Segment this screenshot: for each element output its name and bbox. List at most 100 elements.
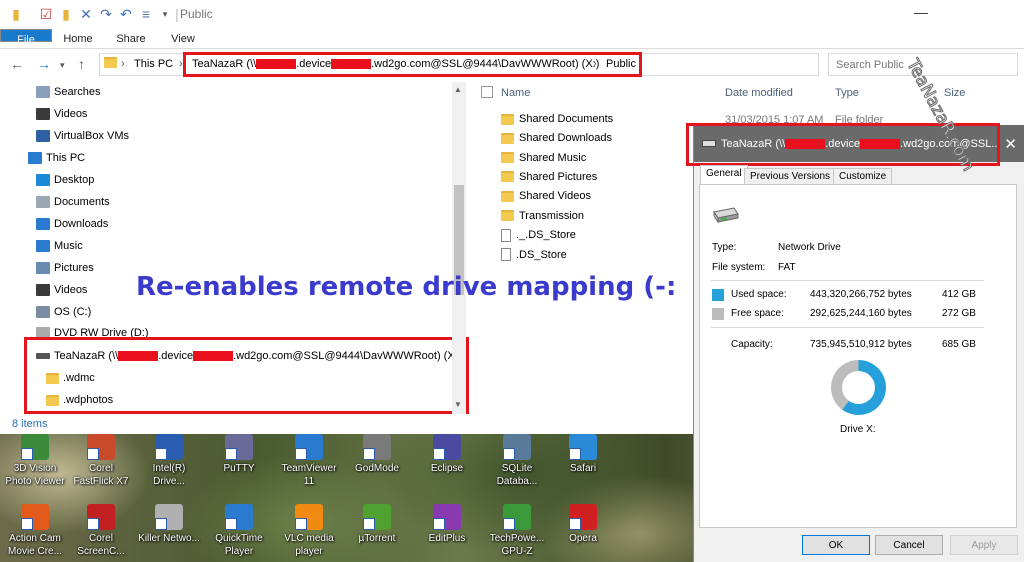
nav-item[interactable]: VirtualBox VMs xyxy=(36,130,129,142)
desktop-shortcut-label: Opera xyxy=(569,533,597,544)
breadcrumb-separator-icon[interactable]: › xyxy=(121,58,125,70)
file-row[interactable]: Shared Documents xyxy=(501,113,613,125)
tab-previous-versions[interactable]: Previous Versions xyxy=(744,168,837,184)
file-row[interactable]: .DS_Store xyxy=(501,248,567,262)
tab-file[interactable]: File xyxy=(0,29,52,46)
nav-item[interactable]: Videos xyxy=(36,284,87,296)
desktop-shortcut[interactable]: Eclipse xyxy=(414,434,480,475)
file-row[interactable]: Shared Downloads xyxy=(501,132,612,144)
rename-icon[interactable]: ≡ xyxy=(138,6,154,22)
ok-button[interactable]: OK xyxy=(802,535,870,555)
desktop-shortcut[interactable]: Opera xyxy=(550,504,616,545)
nav-item[interactable]: Documents xyxy=(36,196,110,208)
nav-network-drive[interactable]: TeaNazaR (\\ .device .wd2go.com@SSL@9444\D… xyxy=(36,350,461,362)
breadcrumb-network-drive[interactable]: TeaNazaR (\\ .device .wd2go.com@SSL@9444\D… xyxy=(192,58,599,70)
column-name[interactable]: Name xyxy=(501,87,530,99)
folder-icon xyxy=(501,113,514,125)
nav-item[interactable]: Downloads xyxy=(36,218,108,230)
close-icon[interactable]: ✕ xyxy=(1004,135,1017,153)
nav-item[interactable]: DVD RW Drive (D:) xyxy=(36,327,149,339)
file-name: .DS_Store xyxy=(516,248,567,261)
file-row[interactable]: Transmission xyxy=(501,210,584,222)
cancel-button[interactable]: Cancel xyxy=(875,535,943,555)
nav-subfolder-wdphotos[interactable]: .wdphotos xyxy=(46,394,113,406)
nav-item[interactable]: OS (C:) xyxy=(36,306,91,318)
tab-general[interactable]: General xyxy=(700,165,748,185)
tab-home[interactable]: Home xyxy=(52,29,104,49)
column-size[interactable]: Size xyxy=(944,87,965,99)
nav-item[interactable]: Desktop xyxy=(36,174,94,186)
desktop-shortcut-label: GodMode xyxy=(355,463,399,474)
desktop-shortcut[interactable]: TeamViewer 11 xyxy=(276,434,342,488)
nav-item-label: Downloads xyxy=(54,218,109,230)
general-panel xyxy=(699,184,1017,528)
nav-item[interactable]: This PC xyxy=(28,152,85,164)
desktop-shortcut[interactable]: Corel FastFlick X7 xyxy=(68,434,134,488)
redaction-mark xyxy=(785,139,826,150)
drive-icon xyxy=(36,306,50,318)
network-drive-icon xyxy=(36,353,50,359)
nav-scrollbar[interactable]: ▲ ▼ xyxy=(452,82,466,414)
desktop-shortcut[interactable]: Intel(R) Drive... xyxy=(136,434,202,488)
desktop-shortcut[interactable]: Corel ScreenC... xyxy=(68,504,134,558)
breadcrumb-this-pc[interactable]: This PC xyxy=(134,58,173,70)
desktop-shortcut[interactable]: TechPowe... GPU-Z xyxy=(484,504,550,558)
desktop-shortcut[interactable]: VLC media player xyxy=(276,504,342,558)
back-arrow-icon[interactable]: ← xyxy=(10,56,24,72)
up-arrow-icon[interactable]: ↑ xyxy=(78,56,85,72)
folder-icon xyxy=(501,210,514,221)
desktop-shortcut[interactable]: Killer Netwo... xyxy=(136,504,202,545)
tab-share[interactable]: Share xyxy=(104,29,158,49)
videos-icon xyxy=(36,108,50,120)
breadcrumb-separator-icon[interactable]: › xyxy=(179,58,183,70)
desktop-shortcut[interactable]: µTorrent xyxy=(344,504,410,545)
breadcrumb-separator-icon[interactable]: › xyxy=(593,58,597,70)
select-all-checkbox[interactable] xyxy=(481,86,493,98)
nav-item[interactable]: Videos xyxy=(36,108,87,120)
column-date-modified[interactable]: Date modified xyxy=(725,87,793,99)
nav-item[interactable]: Searches xyxy=(36,86,100,98)
file-row[interactable]: Shared Music xyxy=(501,152,586,164)
tab-customize[interactable]: Customize xyxy=(833,168,893,184)
file-row[interactable]: ._.DS_Store xyxy=(501,228,576,242)
file-row[interactable]: Shared Pictures xyxy=(501,171,597,183)
desktop-shortcut-label: Intel(R) Drive... xyxy=(152,463,186,487)
drive-path-part: .device xyxy=(158,350,194,362)
desktop-shortcut[interactable]: PuTTY xyxy=(206,434,272,475)
apply-button[interactable]: Apply xyxy=(950,535,1018,555)
minimize-button[interactable]: — xyxy=(914,4,928,20)
tab-view[interactable]: View xyxy=(158,29,208,49)
properties-icon[interactable]: ☑ xyxy=(38,6,54,22)
dvd-icon xyxy=(36,327,50,339)
breadcrumb-public[interactable]: Public xyxy=(606,58,636,70)
scroll-up-icon[interactable]: ▲ xyxy=(454,85,462,94)
desktop-shortcut[interactable]: QuickTime Player xyxy=(206,504,272,558)
desktop-shortcut[interactable]: Action Cam Movie Cre... xyxy=(2,504,68,558)
undo-icon[interactable]: ↶ xyxy=(118,6,134,22)
scroll-down-icon[interactable]: ▼ xyxy=(454,400,462,409)
desktop-shortcut[interactable]: SQLite Databa... xyxy=(484,434,550,488)
column-type[interactable]: Type xyxy=(835,87,859,99)
delete-icon[interactable]: ✕ xyxy=(78,6,94,22)
usage-donut-chart xyxy=(831,360,886,415)
app-shortcut-icon xyxy=(569,504,597,530)
app-shortcut-icon xyxy=(433,504,461,530)
desktop-shortcut[interactable]: 3D Vision Photo Viewer xyxy=(2,434,68,488)
nav-item[interactable]: Pictures xyxy=(36,262,94,274)
network-drive-icon xyxy=(713,207,739,224)
desktop-shortcut[interactable]: GodMode xyxy=(344,434,410,475)
desktop-shortcut[interactable]: Safari xyxy=(550,434,616,475)
nav-network-drive-label: TeaNazaR (\\ .device .wd2go.com@SSL@9444\D… xyxy=(54,350,461,362)
nav-item[interactable]: Music xyxy=(36,240,83,252)
nav-item-label: This PC xyxy=(46,152,86,164)
nav-subfolder-wdmc[interactable]: .wdmc xyxy=(46,372,95,384)
recent-locations-icon[interactable]: ▾ xyxy=(60,60,65,71)
app-shortcut-icon xyxy=(569,434,597,460)
used-space-swatch xyxy=(712,289,724,301)
redo-icon[interactable]: ↷ xyxy=(98,6,114,22)
file-row[interactable]: Shared Videos xyxy=(501,190,591,202)
desktop-shortcut[interactable]: EditPlus xyxy=(414,504,480,545)
redaction-mark xyxy=(331,59,372,70)
forward-arrow-icon[interactable]: → xyxy=(37,56,51,72)
new-folder-icon[interactable]: ▮ xyxy=(58,6,74,22)
